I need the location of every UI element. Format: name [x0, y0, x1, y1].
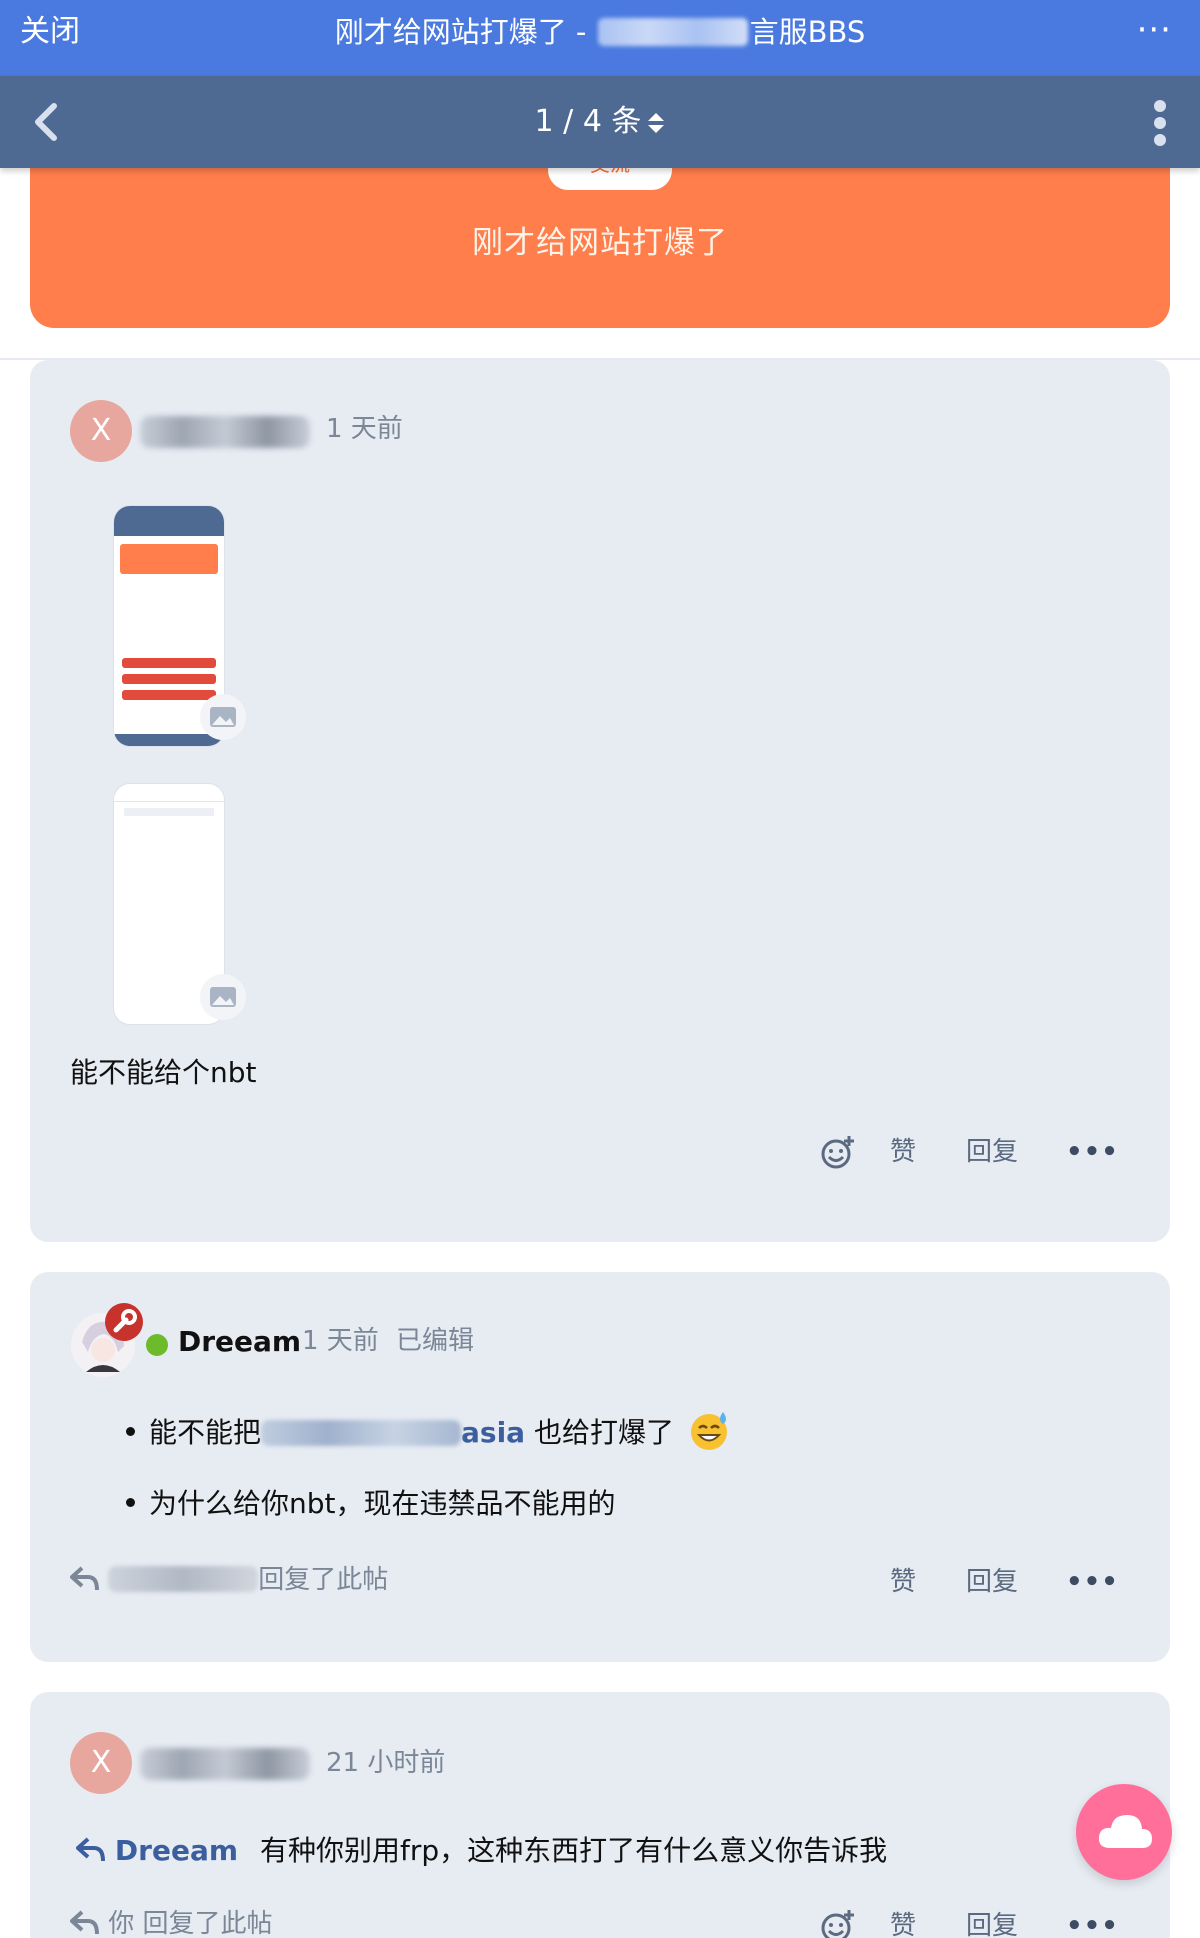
post-actions: 赞 回复 •••	[820, 1562, 1120, 1602]
avatar[interactable]: X	[70, 400, 132, 462]
more-options-icon[interactable]: •••	[1066, 1906, 1119, 1938]
redacted-site-name	[597, 18, 748, 46]
reply-arrow-icon	[70, 1566, 99, 1591]
reply-button[interactable]: 回复	[966, 1906, 1018, 1938]
post-card: X 1 天前 能不能给个nbt 赞 回复 •••	[30, 360, 1170, 1242]
bullet-text: 为什么给你nbt，现在违禁品不能用的	[149, 1487, 616, 1520]
browser-more-button[interactable]: ···	[1137, 10, 1172, 50]
bullet-suffix: 也给打爆了	[525, 1416, 674, 1449]
more-options-icon[interactable]: •••	[1066, 1562, 1119, 1602]
add-reaction-icon[interactable]	[820, 1908, 856, 1938]
site-link[interactable]: asia	[261, 1416, 525, 1449]
post-actions: 赞 回复 •••	[820, 1906, 1120, 1938]
like-button[interactable]: 赞	[890, 1562, 916, 1602]
title-suffix: 言服BBS	[749, 15, 866, 49]
post-card: X 21 小时前 Dreeam 有种你别用frp，这种东西打了有什么意义你告诉我 …	[30, 1692, 1170, 1938]
post-content: 能不能给个nbt	[70, 1056, 257, 1089]
reply-button[interactable]: 回复	[966, 1132, 1018, 1172]
online-status-dot	[146, 1334, 168, 1356]
topic-navbar: 1 / 4 条	[0, 76, 1200, 168]
moderator-wrench-icon	[105, 1303, 143, 1341]
page-title: 刚才给网站打爆了 - 言服BBS	[0, 14, 1200, 50]
bullet-dot	[126, 1427, 135, 1436]
more-options-icon[interactable]: •••	[1066, 1132, 1119, 1172]
post-time: 21 小时前	[326, 1748, 446, 1778]
cloud-icon	[1098, 1815, 1152, 1848]
edited-label[interactable]: 已编辑	[396, 1324, 474, 1358]
reply-note: 你 回复了此帖	[108, 1909, 273, 1938]
post-text: 有种你别用frp，这种东西打了有什么意义你告诉我	[260, 1834, 888, 1867]
post-time: 1 天前	[326, 414, 403, 444]
redacted-username[interactable]	[140, 416, 310, 448]
author-name[interactable]: Dreeam	[178, 1324, 301, 1360]
redacted-username	[108, 1566, 259, 1592]
post-pager[interactable]: 1 / 4 条	[0, 102, 1200, 142]
sweat-smile-emoji-icon	[690, 1412, 727, 1450]
post-content: Dreeam 有种你别用frp，这种东西打了有什么意义你告诉我	[76, 1832, 887, 1870]
pager-label: 1 / 4 条	[534, 104, 642, 139]
image-icon	[200, 694, 246, 740]
image-icon	[200, 974, 246, 1020]
post-card: Dreeam 1 天前 已编辑 能不能把 asia 也给打爆了 为什么给你nbt，…	[30, 1272, 1170, 1662]
post-actions: 赞 回复 •••	[820, 1132, 1120, 1172]
reply-note: 回复了此帖	[258, 1565, 389, 1595]
like-button[interactable]: 赞	[890, 1906, 916, 1938]
like-button[interactable]: 赞	[890, 1132, 916, 1172]
add-reaction-icon[interactable]	[820, 1134, 856, 1170]
browser-top-bar: 关闭 刚才给网站打爆了 - 言服BBS ···	[0, 0, 1200, 76]
bullet-dot	[126, 1498, 135, 1507]
sort-updown-icon	[648, 113, 665, 133]
post-time: 1 天前	[302, 1326, 379, 1356]
list-item: 能不能把 asia 也给打爆了	[126, 1408, 731, 1453]
reply-button[interactable]: 回复	[966, 1562, 1018, 1602]
kebab-menu-icon[interactable]	[1150, 100, 1170, 146]
bullet-prefix: 能不能把	[149, 1416, 262, 1449]
reply-to-user-link[interactable]: Dreeam	[115, 1834, 238, 1867]
reply-arrow-icon	[76, 1837, 105, 1862]
avatar[interactable]: X	[70, 1732, 132, 1794]
topic-title: 刚才给网站打爆了	[472, 225, 728, 261]
redacted-username[interactable]	[140, 1748, 310, 1780]
cloud-fab-button[interactable]	[1076, 1784, 1172, 1880]
topic-header-card: 交流 刚才给网站打爆了	[30, 150, 1170, 328]
reply-info[interactable]: 回复了此帖	[70, 1562, 388, 1598]
reply-arrow-icon	[70, 1910, 99, 1935]
title-prefix: 刚才给网站打爆了 -	[334, 15, 596, 49]
reply-info[interactable]: 你 回复了此帖	[70, 1906, 273, 1938]
list-item: 为什么给你nbt，现在违禁品不能用的	[126, 1484, 616, 1524]
